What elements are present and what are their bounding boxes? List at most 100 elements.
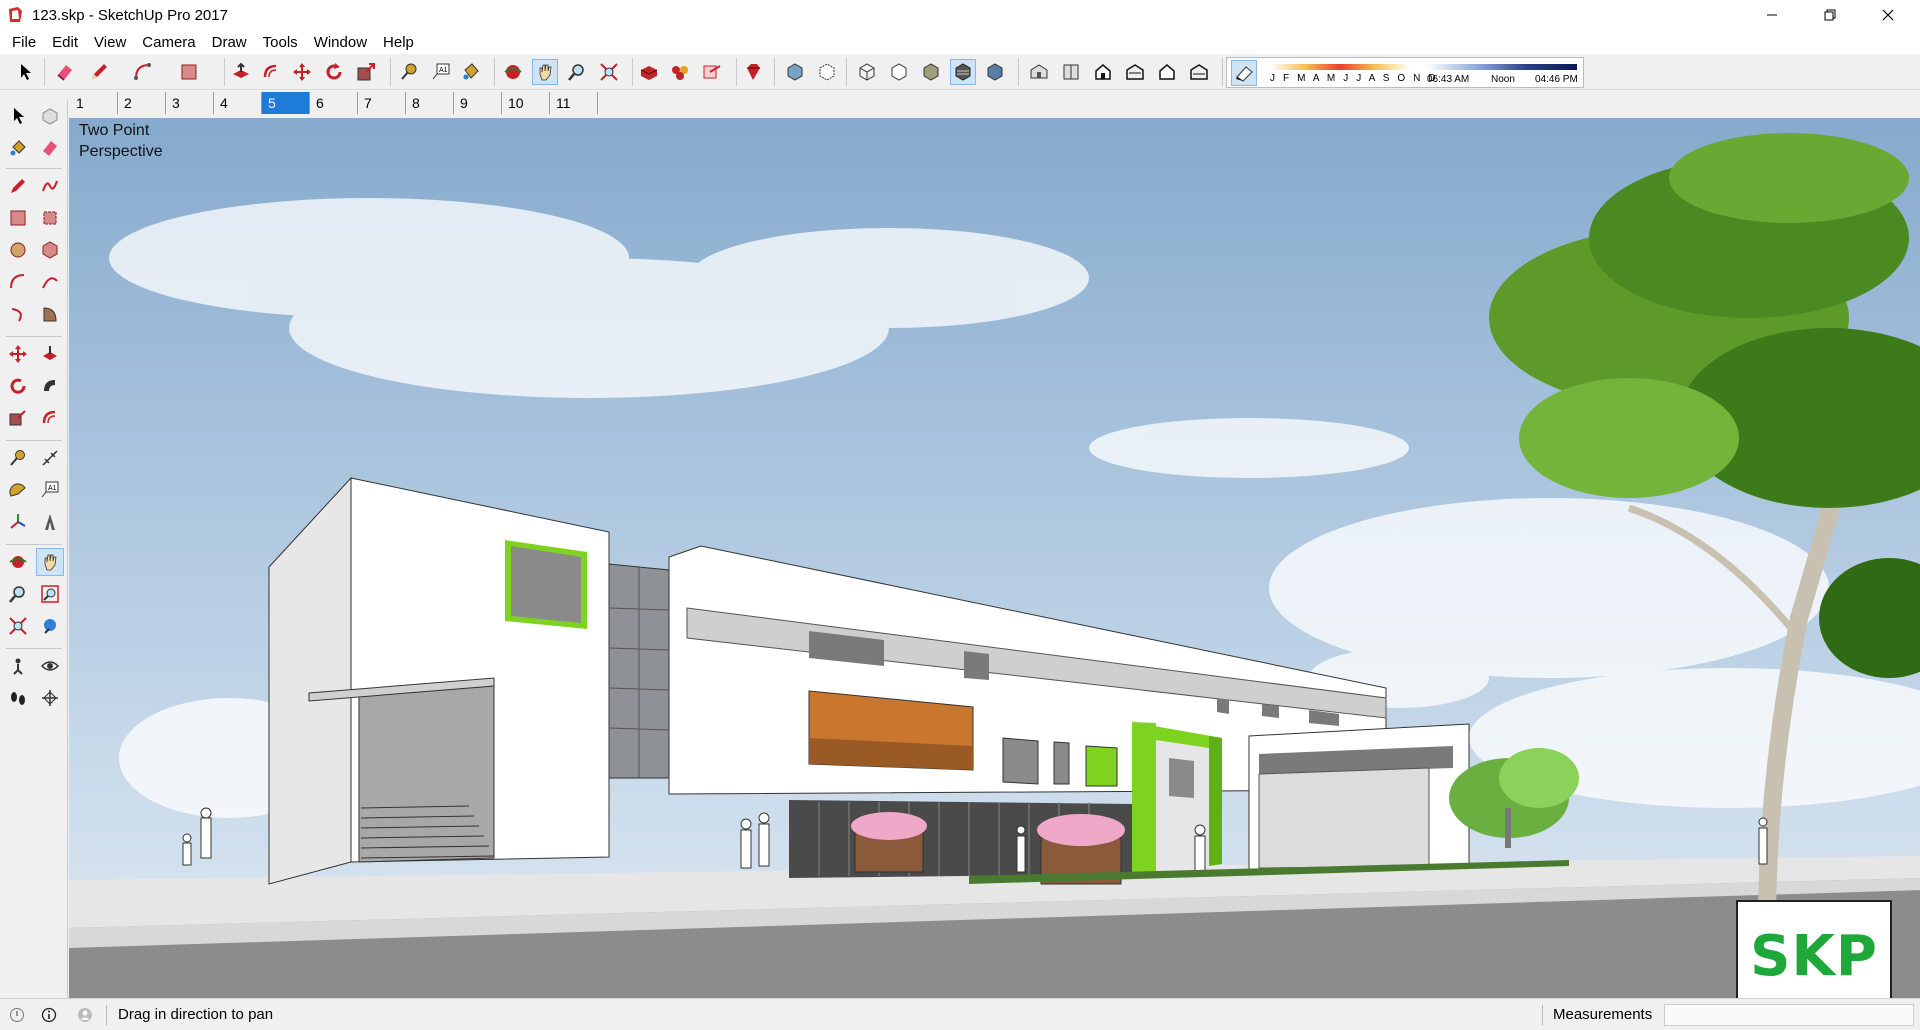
scene-tab-10[interactable]: 10	[502, 92, 550, 114]
scale-tool-button[interactable]	[353, 59, 379, 85]
section-plane-tool[interactable]	[36, 684, 64, 712]
freehand-tool[interactable]	[36, 172, 64, 200]
measurements-input[interactable]	[1664, 1004, 1914, 1026]
date-slider[interactable]	[1270, 64, 1410, 70]
eraser-tool-button[interactable]	[52, 59, 78, 85]
scale-tool[interactable]	[4, 404, 32, 432]
rotate-tool-button[interactable]	[321, 59, 347, 85]
move-tool-button[interactable]	[289, 59, 315, 85]
scene-tab-4[interactable]: 4	[214, 92, 262, 114]
time-slider[interactable]	[1427, 64, 1577, 70]
tape-measure-tool-button[interactable]	[396, 59, 422, 85]
tape-measure-tool[interactable]	[4, 444, 32, 472]
push-pull-tool-button[interactable]	[228, 59, 254, 85]
text-tool[interactable]: A1	[36, 476, 64, 504]
scene-tab-5[interactable]: 5	[262, 92, 310, 114]
wireframe-style-button[interactable]	[854, 59, 880, 85]
menu-draw[interactable]: Draw	[204, 32, 255, 53]
3d-warehouse-button[interactable]	[636, 59, 662, 85]
zoom-tool-button[interactable]	[564, 59, 590, 85]
two-point-arc-tool[interactable]	[36, 268, 64, 296]
move-tool[interactable]	[4, 340, 32, 368]
back-edges-style-button[interactable]	[814, 59, 840, 85]
dimension-tool[interactable]	[36, 444, 64, 472]
scene-tab-7[interactable]: 7	[358, 92, 406, 114]
front-view-button[interactable]	[1090, 59, 1116, 85]
menu-tools[interactable]: Tools	[255, 32, 306, 53]
follow-me-tool[interactable]	[36, 372, 64, 400]
zoom-tool[interactable]	[4, 580, 32, 608]
position-camera-tool[interactable]	[4, 652, 32, 680]
send-to-layout-button[interactable]	[699, 59, 725, 85]
x-ray-style-button[interactable]	[782, 59, 808, 85]
shaded-textures-style-button[interactable]	[950, 59, 976, 85]
scene-tab-2[interactable]: 2	[118, 92, 166, 114]
three-point-arc-tool[interactable]	[4, 300, 32, 328]
extension-warehouse-button[interactable]	[667, 59, 693, 85]
rectangle-tool[interactable]	[4, 204, 32, 232]
scene-tab-3[interactable]: 3	[166, 92, 214, 114]
3d-text-tool[interactable]	[36, 508, 64, 536]
offset-tool-button[interactable]	[258, 59, 284, 85]
select-tool-button[interactable]	[12, 59, 38, 85]
rotate-tool[interactable]	[4, 372, 32, 400]
polygon-tool[interactable]	[36, 236, 64, 264]
minimize-button[interactable]	[1743, 0, 1801, 30]
scene-tab-11[interactable]: 11	[550, 92, 598, 114]
right-view-button[interactable]	[1122, 59, 1148, 85]
line-tool-button[interactable]	[86, 59, 112, 85]
pan-tool-button[interactable]	[532, 59, 558, 85]
rectangle-tool-button[interactable]	[176, 59, 202, 85]
make-component-tool[interactable]	[36, 102, 64, 130]
left-view-button[interactable]	[1186, 59, 1212, 85]
menu-edit[interactable]: Edit	[44, 32, 86, 53]
offset-tool[interactable]	[36, 404, 64, 432]
eraser-tool[interactable]	[36, 134, 64, 162]
text-tool-button[interactable]: A1	[428, 59, 454, 85]
paint-bucket-tool[interactable]	[4, 134, 32, 162]
select-tool[interactable]	[4, 102, 32, 130]
zoom-extents-tool-button[interactable]	[596, 59, 622, 85]
restore-button[interactable]	[1801, 0, 1859, 30]
geo-location-button[interactable]	[8, 1006, 26, 1024]
pie-tool[interactable]	[36, 300, 64, 328]
credits-button[interactable]	[40, 1006, 58, 1024]
axes-tool[interactable]	[4, 508, 32, 536]
look-around-tool[interactable]	[36, 652, 64, 680]
menu-window[interactable]: Window	[306, 32, 375, 53]
scene-tab-9[interactable]: 9	[454, 92, 502, 114]
orbit-tool-button[interactable]	[500, 59, 526, 85]
hidden-line-style-button[interactable]	[886, 59, 912, 85]
zoom-window-tool[interactable]	[36, 580, 64, 608]
rotated-rectangle-tool[interactable]	[36, 204, 64, 232]
scene-tab-1[interactable]: 1	[70, 92, 118, 114]
menu-camera[interactable]: Camera	[134, 32, 203, 53]
menu-help[interactable]: Help	[375, 32, 422, 53]
arc-tool[interactable]	[4, 268, 32, 296]
iso-view-button[interactable]	[1026, 59, 1052, 85]
account-button[interactable]	[76, 1006, 94, 1024]
menu-view[interactable]: View	[86, 32, 134, 53]
close-button[interactable]	[1859, 0, 1917, 30]
shadows-toggle-button[interactable]	[1231, 60, 1257, 86]
scene-tab-8[interactable]: 8	[406, 92, 454, 114]
arc-tool-button[interactable]	[130, 59, 156, 85]
shaded-style-button[interactable]	[918, 59, 944, 85]
model-viewport[interactable]: Two Point Perspective SKP	[69, 118, 1920, 998]
pan-tool[interactable]	[36, 548, 64, 576]
zoom-extents-tool[interactable]	[4, 612, 32, 640]
circle-tool[interactable]	[4, 236, 32, 264]
top-view-button[interactable]	[1058, 59, 1084, 85]
previous-view-tool[interactable]	[36, 612, 64, 640]
extension-manager-button[interactable]	[740, 59, 766, 85]
line-tool[interactable]	[4, 172, 32, 200]
protractor-tool[interactable]	[4, 476, 32, 504]
menu-file[interactable]: File	[4, 32, 44, 53]
push-pull-tool[interactable]	[36, 340, 64, 368]
scene-tab-6[interactable]: 6	[310, 92, 358, 114]
orbit-tool[interactable]	[4, 548, 32, 576]
paint-bucket-tool-button[interactable]	[458, 59, 484, 85]
monochrome-style-button[interactable]	[982, 59, 1008, 85]
back-view-button[interactable]	[1154, 59, 1180, 85]
walk-tool[interactable]	[4, 684, 32, 712]
